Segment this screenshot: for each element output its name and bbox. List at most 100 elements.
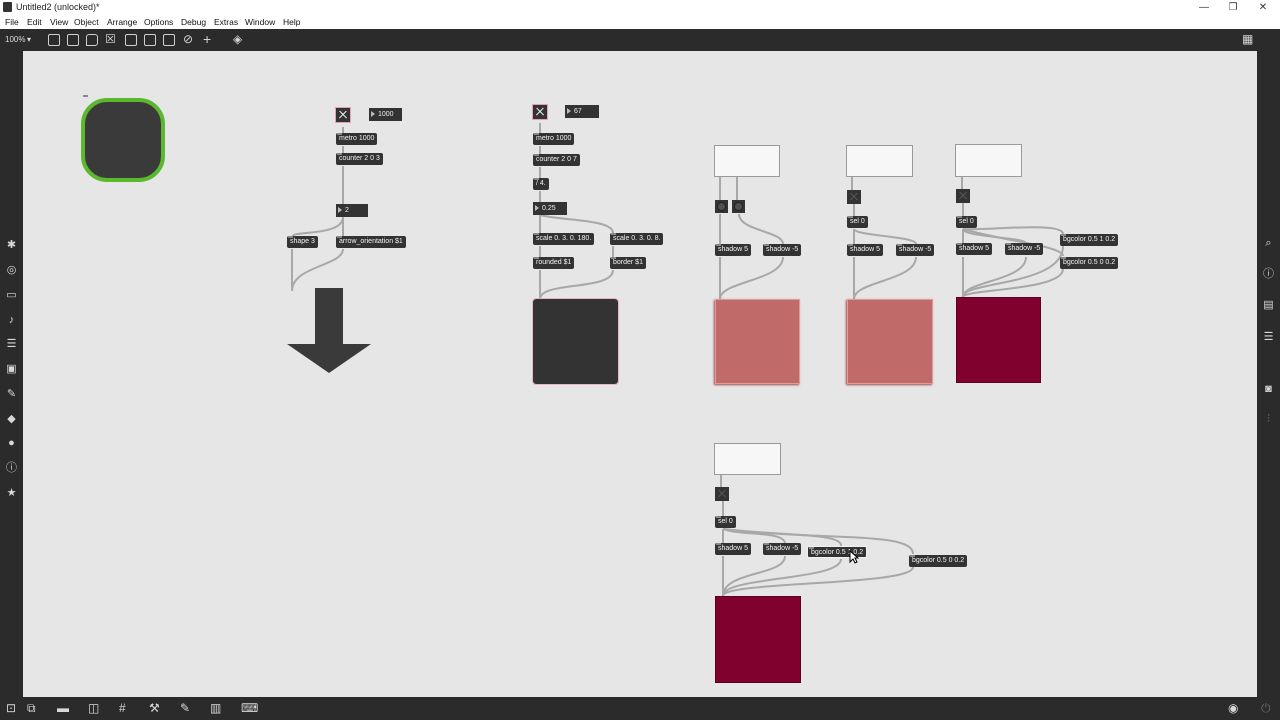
grid-icon[interactable]: ▦ — [1242, 32, 1253, 46]
flonum-box[interactable]: 0.25 — [533, 202, 567, 215]
object-palette-icon[interactable]: ✱ — [0, 239, 23, 251]
zoom-dropdown-icon[interactable]: ▾ — [27, 35, 31, 44]
zoom-level[interactable]: 100% — [5, 35, 25, 44]
counter-object-2[interactable]: counter 2 0 7 — [533, 154, 580, 166]
grid-icon[interactable]: # — [119, 702, 126, 715]
info-icon[interactable]: ⓘ — [1257, 268, 1280, 280]
edit-icon[interactable]: ⧉ — [27, 702, 36, 715]
rounded-message[interactable]: rounded $1 — [533, 257, 575, 269]
vst-icon[interactable]: ● — [0, 437, 23, 449]
shadow-negative-message-3[interactable]: shadow -5 — [1005, 243, 1044, 255]
bgcolor-off-message-3[interactable]: bgcolor 0.5 0 0.2 — [1060, 257, 1119, 269]
add-icon[interactable]: + — [203, 32, 211, 46]
shadow-positive-message-2[interactable]: shadow 5 — [847, 244, 883, 256]
object-icon[interactable] — [125, 34, 137, 46]
menu-debug[interactable]: Debug — [181, 17, 206, 27]
menu-options[interactable]: Options — [144, 17, 173, 27]
metro-object-1[interactable]: metro 1000 — [336, 133, 378, 145]
maroon-panel-1[interactable] — [956, 297, 1041, 383]
presentation-icon[interactable] — [48, 34, 60, 46]
pencil-icon[interactable]: ✎ — [0, 388, 23, 400]
menu-arrange[interactable]: Arrange — [107, 17, 137, 27]
power-icon[interactable]: ⏻ — [1261, 702, 1271, 715]
paint-icon[interactable]: ◈ — [233, 32, 242, 46]
shadow-positive-message-4[interactable]: shadow 5 — [715, 543, 751, 555]
counter-object-1[interactable]: counter 2 0 3 — [336, 153, 383, 165]
shadow-negative-message-2[interactable]: shadow -5 — [896, 244, 935, 256]
empty-message-box-4[interactable] — [714, 443, 781, 475]
number-box-interval-1[interactable]: 1000 — [369, 108, 402, 121]
note-icon[interactable]: ♪ — [0, 314, 23, 326]
toggle-shadow-4[interactable] — [715, 487, 729, 501]
book-icon[interactable]: ▤ — [1257, 299, 1280, 311]
scale-object-border[interactable]: scale 0. 3. 0. 8. — [610, 233, 664, 245]
maroon-panel-2[interactable] — [715, 596, 801, 683]
patcher-canvas[interactable]: 1000 metro 1000 counter 2 0 3 2 shape 3 … — [23, 51, 1257, 697]
shadow-positive-message-3[interactable]: shadow 5 — [956, 243, 992, 255]
toggle-metro-2[interactable] — [532, 104, 548, 120]
menu-view[interactable]: View — [50, 17, 68, 27]
keyboard-icon[interactable]: ⌨ — [241, 702, 258, 715]
menu-file[interactable]: File — [5, 17, 19, 27]
play-icon[interactable]: ◉ — [1228, 702, 1238, 715]
piano-icon[interactable]: ▥ — [210, 702, 221, 715]
toggle-shadow-2[interactable] — [847, 190, 861, 204]
list-icon[interactable]: ☰ — [0, 338, 23, 350]
align-icon[interactable] — [163, 34, 175, 46]
shape-message[interactable]: shape 3 — [287, 236, 318, 248]
empty-message-box-1[interactable] — [714, 145, 780, 177]
search-icon[interactable]: ⌕ — [1257, 237, 1280, 249]
star-icon[interactable]: ★ — [0, 487, 23, 499]
inspector-icon[interactable] — [144, 34, 156, 46]
down-arrow-shape[interactable] — [286, 288, 372, 374]
arrow-orientation-message[interactable]: arrow_orientation $1 — [336, 236, 406, 248]
menu-help[interactable]: Help — [283, 17, 300, 27]
shadow-negative-message-1[interactable]: shadow -5 — [763, 244, 802, 256]
close-button[interactable]: ✕ — [1248, 0, 1278, 15]
sel-object-3[interactable]: sel 0 — [956, 216, 977, 228]
button-bang-1[interactable] — [715, 200, 728, 213]
bgcolor-on-message-3[interactable]: bgcolor 0.5 1 0.2 — [1060, 234, 1119, 246]
pink-shadow-panel-2[interactable] — [847, 299, 933, 384]
circle-icon[interactable]: ◎ — [0, 264, 23, 276]
info-icon[interactable]: ⓘ — [0, 462, 23, 474]
patcher-icon[interactable] — [67, 34, 79, 46]
menu-extras[interactable]: Extras — [214, 17, 238, 27]
snapshot-icon[interactable]: ◙ — [1257, 383, 1280, 395]
number-box-interval-2[interactable]: 67 — [565, 105, 599, 118]
clear-icon[interactable]: ☒ — [105, 32, 116, 46]
bgcolor-off-message-4[interactable]: bgcolor 0.5 0 0.2 — [909, 555, 968, 567]
divide-object[interactable]: / 4. — [533, 178, 549, 190]
help-icon[interactable]: ⊘ — [183, 32, 193, 46]
metro-object-2[interactable]: metro 1000 — [533, 133, 575, 145]
wrench-icon[interactable]: ✎ — [180, 702, 190, 715]
sel-object-2[interactable]: sel 0 — [847, 216, 868, 228]
border-message[interactable]: border $1 — [610, 257, 646, 269]
menu-window[interactable]: Window — [245, 17, 275, 27]
stack-icon[interactable]: ◫ — [88, 702, 99, 715]
empty-message-box-3[interactable] — [955, 144, 1022, 177]
rounded-panel[interactable] — [81, 98, 165, 182]
bar-icon[interactable]: ▭ — [0, 289, 23, 301]
tool-icon[interactable]: ⚒ — [149, 702, 160, 715]
image-icon[interactable]: ▣ — [0, 363, 23, 375]
pink-shadow-panel-1[interactable] — [715, 299, 800, 384]
shadow-positive-message-1[interactable]: shadow 5 — [715, 244, 751, 256]
minimize-button[interactable]: — — [1189, 0, 1219, 15]
mixer-icon[interactable]: ⫶ — [1257, 413, 1280, 425]
number-box-counter-1[interactable]: 2 — [336, 204, 368, 217]
maximize-button[interactable]: ❐ — [1218, 0, 1248, 15]
list-icon[interactable]: ☰ — [1257, 331, 1280, 343]
button-bang-2[interactable] — [732, 200, 745, 213]
comment-icon[interactable] — [86, 34, 98, 46]
scale-object-rounded[interactable]: scale 0. 3. 0. 180. — [533, 233, 595, 245]
dark-panel[interactable] — [532, 298, 619, 385]
menu-object[interactable]: Object — [74, 17, 99, 27]
lock-icon[interactable]: ⊡ — [6, 702, 16, 715]
cube-icon[interactable]: ◆ — [0, 413, 23, 425]
empty-message-box-2[interactable] — [846, 145, 913, 177]
menu-edit[interactable]: Edit — [27, 17, 42, 27]
sel-object-4[interactable]: sel 0 — [715, 516, 736, 528]
toggle-shadow-3[interactable] — [956, 189, 970, 203]
comment-icon[interactable]: ▬ — [57, 702, 69, 715]
